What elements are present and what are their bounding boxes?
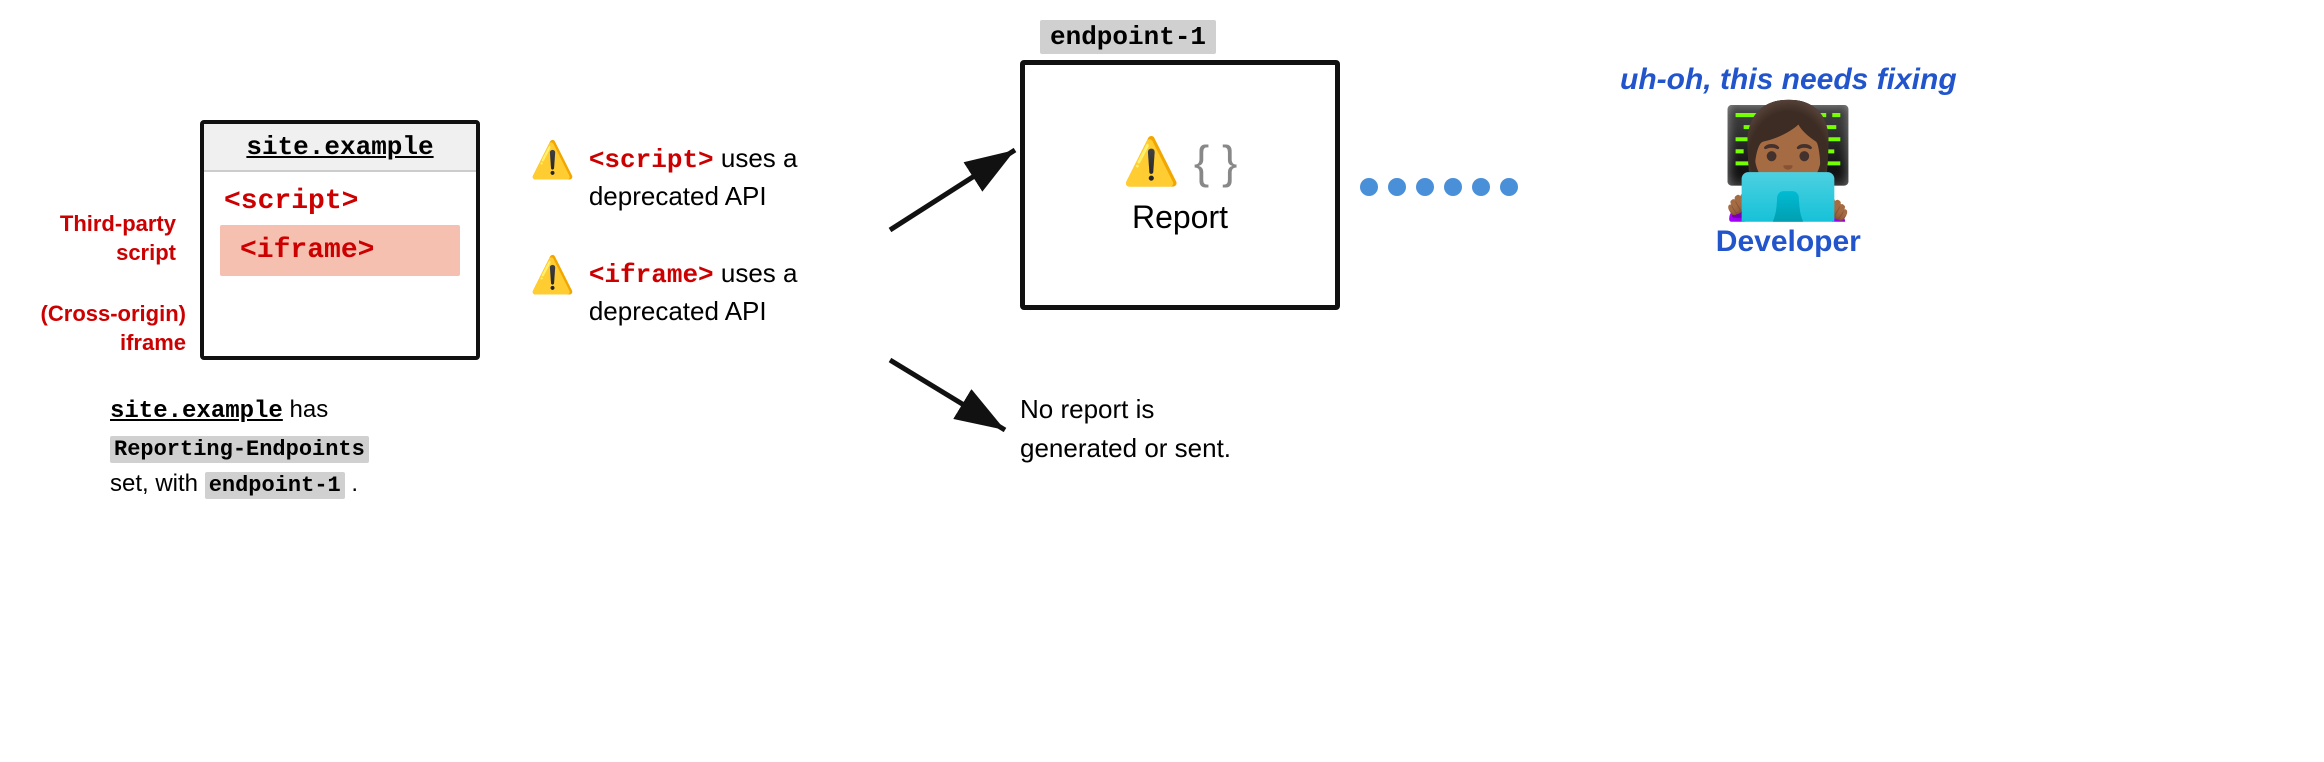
bottom-caption: site.example has Reporting-Endpoints set… [110, 392, 369, 502]
warning-icon-1: ⚠️ [530, 142, 575, 178]
dot-3 [1416, 178, 1434, 196]
endpoint-icons-row: ⚠️ { } [1123, 134, 1238, 189]
warning-item-1: ⚠️ <script> uses adeprecated API [530, 140, 798, 215]
caption-endpoint1: endpoint-1 [205, 472, 345, 499]
warning-item-2: ⚠️ <iframe> uses adeprecated API [530, 255, 798, 330]
warning-script-tag: <script> [589, 145, 714, 175]
developer-area: uh-oh, this needs fixing 👩🏾‍💻 Developer [1620, 60, 1957, 259]
site-example-box: site.example <script> <iframe> [200, 120, 480, 360]
dot-6 [1500, 178, 1518, 196]
caption-reporting-endpoints: Reporting-Endpoints [110, 436, 369, 463]
dot-2 [1388, 178, 1406, 196]
caption-has: has [290, 396, 329, 423]
caption-line1: site.example has [110, 392, 369, 430]
no-report-text: No report isgenerated or sent. [1020, 390, 1231, 468]
endpoint-label-above: endpoint-1 [1040, 20, 1216, 54]
endpoint-curly-braces: { } [1194, 135, 1238, 189]
warnings-area: ⚠️ <script> uses adeprecated API ⚠️ <ifr… [530, 140, 798, 330]
caption-period: . [351, 470, 358, 497]
endpoint-box-content: ⚠️ { } Report [1025, 65, 1335, 305]
warning-icon-2: ⚠️ [530, 257, 575, 293]
dot-5 [1472, 178, 1490, 196]
uh-oh-text: uh-oh, this needs fixing [1620, 60, 1957, 99]
caption-site-mono: site.example [110, 398, 283, 425]
endpoint-box: ⚠️ { } Report [1020, 60, 1340, 310]
diagram-container: site.example <script> <iframe> Third-par… [0, 0, 2324, 762]
label-third-party: Third-partyscript [36, 210, 176, 267]
endpoint-report-label: Report [1132, 199, 1228, 236]
developer-label: Developer [1716, 225, 1861, 259]
caption-set-with: set, with [110, 470, 205, 497]
dot-1 [1360, 178, 1378, 196]
warning-text-2: <iframe> uses adeprecated API [589, 255, 798, 330]
site-box-script: <script> [204, 172, 476, 225]
developer-emoji: 👩🏾‍💻 [1720, 107, 1857, 217]
label-cross-origin: (Cross-origin)iframe [36, 300, 186, 357]
site-box-iframe: <iframe> [220, 225, 460, 276]
caption-line2: Reporting-Endpoints [110, 430, 369, 466]
caption-line3: set, with endpoint-1 . [110, 466, 369, 502]
site-box-title: site.example [204, 124, 476, 172]
warning-iframe-tag: <iframe> [589, 260, 714, 290]
dot-4 [1444, 178, 1462, 196]
endpoint-warning-icon: ⚠️ [1123, 134, 1180, 189]
warning-text-1: <script> uses adeprecated API [589, 140, 798, 215]
dotted-line [1360, 178, 1518, 196]
